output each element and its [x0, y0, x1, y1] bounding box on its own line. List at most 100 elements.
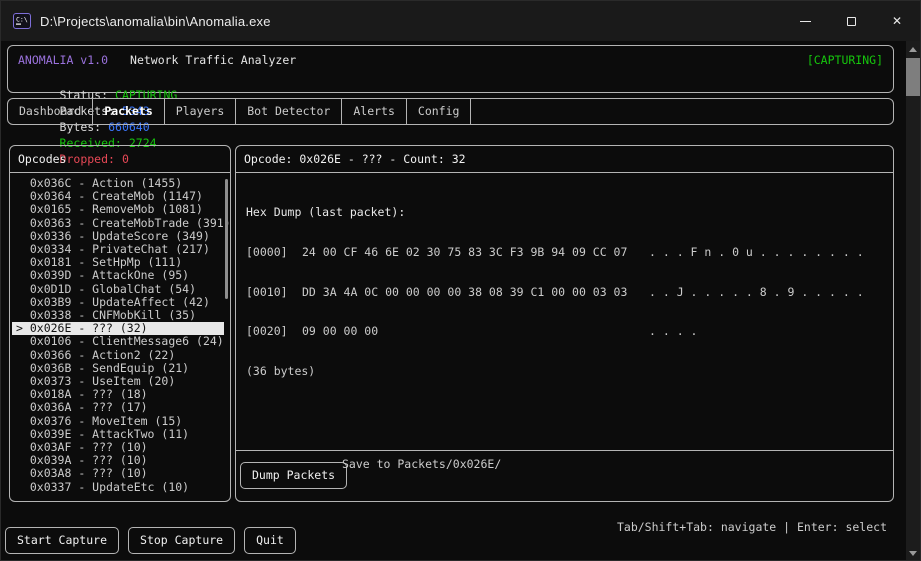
- opcode-label: 0x0337 - UpdateEtc (10): [29, 479, 190, 494]
- close-button[interactable]: ✕: [874, 1, 920, 41]
- console-window: C:\ D:\Projects\anomalia\bin\Anomalia.ex…: [0, 0, 921, 561]
- opcode-label: 0x0373 - UseItem (20): [29, 374, 176, 389]
- close-icon: ✕: [891, 14, 903, 28]
- opcodes-panel: Opcodes 0x036C - Action (1455) 0x0364 - …: [9, 145, 231, 502]
- hex-dump-row: [0020] 09 00 00 00 . . . .: [246, 325, 887, 338]
- start-capture-label: Start Capture: [17, 533, 108, 547]
- opcode-prefix: [16, 400, 30, 414]
- opcode-label: 0x036B - SendEquip (21): [29, 360, 190, 375]
- tab-bot-detector[interactable]: Bot Detector: [236, 99, 343, 124]
- tab-dashboard[interactable]: Dashboard: [8, 99, 94, 124]
- hex-dump-row: [0000] 24 00 CF 46 6E 02 30 75 83 3C F3 9…: [246, 245, 887, 260]
- tab-label: Dashboard: [19, 104, 82, 118]
- opcode-prefix: [16, 216, 30, 230]
- scroll-down-icon: [909, 551, 917, 556]
- opcode-label: 0x036C - Action (1455): [29, 176, 183, 190]
- opcode-label: 0x0366 - Action2 (22): [29, 347, 176, 362]
- opcode-list: 0x036C - Action (1455) 0x0364 - CreateMo…: [10, 176, 231, 494]
- hex-bytes: 24 00 CF 46 6E 02 30 75 83 3C F3 9B 94 0…: [302, 245, 628, 260]
- hex-bytes: 09 00 00 00: [302, 324, 379, 339]
- console-icon: C:\: [13, 13, 31, 29]
- dump-packets-button[interactable]: Dump Packets: [240, 462, 348, 489]
- opcode-prefix: [16, 202, 30, 216]
- tab-packets[interactable]: Packets: [93, 99, 165, 124]
- maximize-icon: [846, 16, 856, 26]
- opcode-prefix: [16, 466, 30, 480]
- dump-packets-label: Dump Packets: [252, 468, 336, 482]
- quit-label: Quit: [256, 533, 284, 547]
- opcode-prefix: [16, 361, 30, 375]
- opcode-label: 0x026E - ??? (32): [29, 321, 148, 336]
- hex-ascii: . . . F n . 0 u . . . . . . . .: [649, 245, 864, 260]
- byte-count: (36 bytes): [246, 363, 316, 378]
- opcode-label: 0x0376 - MoveItem (15): [29, 413, 183, 428]
- hex-address: [0020]: [246, 324, 288, 339]
- tab-label: Packets: [104, 104, 153, 118]
- hex-bytes: DD 3A 4A 0C 00 00 00 00 38 08 39 C1 00 0…: [302, 284, 628, 299]
- opcode-list-scrollbar-thumb[interactable]: [225, 179, 228, 299]
- opcode-prefix: [16, 374, 30, 388]
- stop-capture-button[interactable]: Stop Capture: [128, 527, 236, 554]
- hex-dump-row: [0010] DD 3A 4A 0C 00 00 00 00 38 08 39 C…: [246, 284, 887, 299]
- scroll-up-button[interactable]: [906, 41, 920, 58]
- hex-ascii: . . J . . . . . 8 . 9 . . . . .: [649, 284, 864, 299]
- window-title: D:\Projects\anomalia\bin\Anomalia.exe: [40, 13, 271, 29]
- opcode-label: 0x039A - ??? (10): [29, 453, 148, 468]
- opcode-label: 0x0165 - RemoveMob (1081): [29, 202, 203, 217]
- opcodes-panel-title: Opcodes: [10, 146, 230, 173]
- title-bar[interactable]: C:\ D:\Projects\anomalia\bin\Anomalia.ex…: [1, 1, 920, 41]
- opcode-prefix: [16, 189, 30, 203]
- tab-label: Config: [417, 104, 460, 118]
- opcode-prefix: [16, 348, 30, 362]
- opcode-prefix: [16, 229, 30, 243]
- window-controls: ✕: [782, 1, 920, 41]
- status-header-panel: ANOMALIA v1.0 Network Traffic Analyzer […: [7, 45, 894, 166]
- svg-text:C:\: C:\: [16, 16, 28, 24]
- scroll-up-icon: [909, 47, 917, 52]
- opcode-prefix: [16, 334, 30, 348]
- header-line-1: ANOMALIA v1.0 Network Traffic Analyzer […: [8, 46, 893, 68]
- detail-footer-bar: Dump Packets Save to Packets/0x026E/: [236, 450, 893, 501]
- tab-players[interactable]: Players: [165, 99, 237, 124]
- quit-button[interactable]: Quit: [244, 527, 296, 554]
- hex-dump-area: Hex Dump (last packet): [0000] 24 00 CF 4…: [246, 180, 887, 404]
- start-capture-button[interactable]: Start Capture: [5, 527, 120, 554]
- opcode-prefix: >: [16, 321, 30, 336]
- tab-alerts[interactable]: Alerts: [342, 99, 407, 124]
- opcode-label: 0x03A8 - ??? (10): [29, 466, 148, 481]
- opcode-detail-panel: Opcode: 0x026E - ??? - Count: 32 Hex Dum…: [235, 145, 894, 502]
- minimize-button[interactable]: [782, 1, 828, 41]
- opcode-label: 0x0334 - PrivateChat (217): [29, 242, 210, 257]
- detail-panel-title: Opcode: 0x026E - ??? - Count: 32: [236, 146, 893, 173]
- opcode-label: 0x0D1D - GlobalChat (54): [29, 281, 197, 296]
- opcode-label: 0x0181 - SetHpMp (111): [29, 255, 183, 270]
- maximize-button[interactable]: [828, 1, 874, 41]
- opcode-prefix: [16, 440, 30, 454]
- capturing-badge: [CAPTURING]: [806, 53, 883, 67]
- tab-bar: Dashboard Packets Players Bot Detector A…: [7, 98, 894, 125]
- tab-config[interactable]: Config: [407, 99, 472, 124]
- opcode-prefix: [16, 268, 30, 282]
- tab-label: Players: [175, 104, 225, 118]
- opcode-prefix: [16, 453, 30, 467]
- opcode-prefix: [16, 414, 30, 428]
- app-subtitle: Network Traffic Analyzer: [130, 53, 297, 67]
- window-scrollbar[interactable]: [906, 41, 920, 560]
- opcode-label: 0x03AF - ??? (10): [29, 440, 148, 455]
- capture-controls: Start Capture Stop Capture Quit: [5, 527, 296, 554]
- minimize-icon: [799, 20, 811, 22]
- window-scrollbar-thumb[interactable]: [906, 58, 920, 96]
- opcode-list-item[interactable]: 0x0337 - UpdateEtc (10): [12, 479, 224, 494]
- opcode-label: 0x036A - ??? (17): [29, 400, 148, 415]
- opcode-prefix: [16, 242, 30, 256]
- opcode-prefix: [16, 255, 30, 269]
- opcode-label: 0x0338 - CNFMobKill (35): [29, 308, 197, 323]
- opcode-label: 0x039D - AttackOne (95): [29, 268, 190, 283]
- opcode-label: 0x0106 - ClientMessage6 (24): [29, 334, 224, 349]
- opcode-prefix: [16, 387, 30, 401]
- scroll-down-button[interactable]: [906, 545, 920, 560]
- opcode-prefix: [16, 295, 30, 309]
- keyboard-hints: Tab/Shift+Tab: navigate | Enter: select: [616, 520, 887, 534]
- hex-ascii: . . . .: [649, 324, 698, 339]
- tab-label: Bot Detector: [247, 104, 331, 118]
